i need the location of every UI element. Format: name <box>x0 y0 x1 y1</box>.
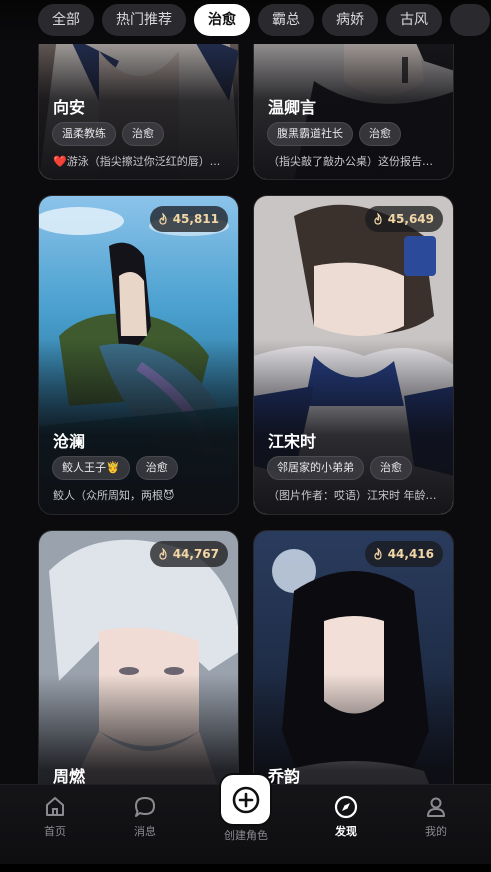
tag-row: 鲛人王子🤴 治愈 <box>52 456 178 480</box>
nav-discover-label: 发现 <box>335 825 357 838</box>
character-name: 江宋时 <box>268 432 317 451</box>
character-tag: 治愈 <box>135 456 178 480</box>
home-indicator-bar <box>0 864 491 872</box>
popularity-count: 45,649 <box>387 212 434 226</box>
user-icon <box>427 797 445 817</box>
tab-domineering-ceo[interactable]: 霸总 <box>258 4 314 36</box>
character-description: （指尖敲了敲办公桌）这份报告漏... <box>268 155 441 168</box>
tab-yandere[interactable]: 病娇 <box>322 4 378 36</box>
nav-discover[interactable]: 发现 <box>316 795 376 839</box>
character-tag: 治愈 <box>359 122 401 146</box>
popularity-count: 45,811 <box>172 212 219 226</box>
popularity-badge: 44,416 <box>364 541 443 567</box>
tag-row: 腹黑霸道社长 治愈 <box>267 122 401 146</box>
compass-icon <box>334 795 358 819</box>
character-tag: 治愈 <box>122 122 164 146</box>
tab-hot-recommend[interactable]: 热门推荐 <box>102 4 186 36</box>
character-tag: 腹黑霸道社长 <box>267 122 353 146</box>
nav-messages-label: 消息 <box>134 825 156 838</box>
create-character-button[interactable] <box>221 775 270 824</box>
tag-row: 邻居家的小弟弟 治愈 <box>267 456 412 480</box>
character-description: （图片作者：哎语）江宋时 年龄1... <box>268 489 441 502</box>
popularity-badge: 44,767 <box>149 541 228 567</box>
flame-icon <box>374 213 382 225</box>
flame-icon <box>374 548 382 560</box>
character-card[interactable]: 45,649 江宋时 邻居家的小弟弟 治愈 （图片作者：哎语）江宋时 年龄1..… <box>253 195 454 515</box>
create-character-label: 创建角色 <box>224 829 268 842</box>
flame-icon <box>159 213 167 225</box>
popularity-count: 44,767 <box>172 547 219 561</box>
popularity-badge: 45,811 <box>149 206 228 232</box>
character-card[interactable]: 45,811 沧澜 鲛人王子🤴 治愈 鲛人（众所周知，两根😈 <box>38 195 239 515</box>
character-tag: 温柔教练 <box>52 122 116 146</box>
tag-row: 温柔教练 治愈 <box>52 122 164 146</box>
character-tag: 鲛人王子🤴 <box>52 456 130 480</box>
flame-icon <box>159 548 167 560</box>
nav-home-label: 首页 <box>44 825 66 838</box>
tab-healing[interactable]: 治愈 <box>194 4 250 36</box>
bottom-navigation: 首页 消息 创建角色 发现 我的 <box>0 775 491 872</box>
plus-icon <box>232 786 259 813</box>
message-icon <box>135 797 155 817</box>
nav-mine[interactable]: 我的 <box>406 795 466 839</box>
character-tag: 治愈 <box>370 456 412 480</box>
character-name: 温卿言 <box>268 98 317 117</box>
category-tabs: 全部 热门推荐 治愈 霸总 病娇 古风 <box>0 0 491 44</box>
character-grid: 向安 温柔教练 治愈 ❤️游泳（指尖擦过你泛红的唇）... 温卿言 腹黑霸道社长… <box>0 0 491 872</box>
character-name: 沧澜 <box>53 432 86 451</box>
tab-more[interactable] <box>450 4 490 36</box>
home-icon <box>46 797 64 816</box>
popularity-badge: 45,649 <box>364 206 443 232</box>
tab-all[interactable]: 全部 <box>38 4 94 36</box>
character-description: 鲛人（众所周知，两根😈 <box>53 489 175 502</box>
character-description: ❤️游泳（指尖擦过你泛红的唇）... <box>53 155 221 168</box>
character-name: 向安 <box>53 98 86 117</box>
popularity-count: 44,416 <box>387 547 434 561</box>
character-tag: 邻居家的小弟弟 <box>267 456 364 480</box>
nav-messages[interactable]: 消息 <box>115 795 175 839</box>
tab-ancient-style[interactable]: 古风 <box>386 4 442 36</box>
nav-mine-label: 我的 <box>425 825 447 838</box>
nav-home[interactable]: 首页 <box>25 795 85 839</box>
